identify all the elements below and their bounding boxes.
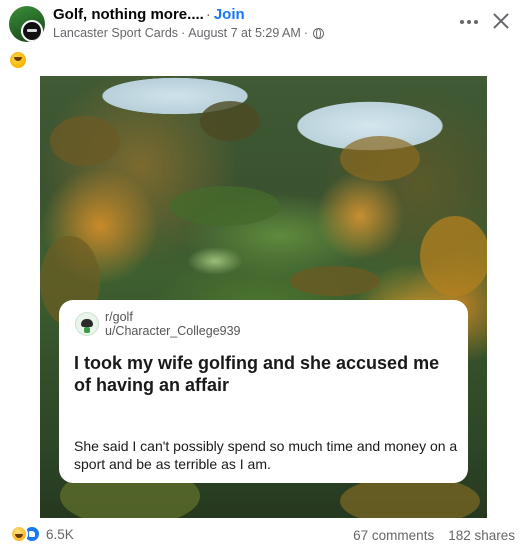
dot-icon: [467, 20, 471, 24]
tree-cluster: [420, 216, 487, 296]
comments-link[interactable]: 67 comments: [353, 528, 434, 543]
more-options-button[interactable]: [455, 10, 483, 34]
post-date-link[interactable]: August 7 at 5:29 AM: [188, 26, 301, 40]
post-header: Golf, nothing more.... · Join Lancaster Sp…: [0, 0, 524, 74]
group-name-link[interactable]: Golf, nothing more....: [53, 6, 204, 23]
tree-cluster: [50, 116, 120, 166]
post-meta: Lancaster Sport Cards · August 7 at 5:29…: [53, 26, 324, 40]
reddit-post-card: r/golf u/Character_College939 I took my …: [59, 300, 468, 483]
tree-cluster: [170, 186, 280, 226]
close-button[interactable]: [489, 9, 513, 33]
globe-icon: [312, 27, 324, 39]
title-separator: ·: [205, 6, 211, 23]
dot-icon: [474, 20, 478, 24]
dot-icon: [460, 20, 464, 24]
reddit-post-body: She said I can't possibly spend so much …: [74, 438, 458, 472]
reactions-summary[interactable]: 6.5K: [10, 525, 74, 543]
reddit-avatar-icon: [75, 312, 99, 336]
tree-cluster: [340, 136, 420, 181]
subreddit-name: r/golf: [105, 310, 133, 324]
join-button[interactable]: Join: [214, 6, 245, 23]
tree-cluster: [290, 266, 380, 296]
reddit-post-title: I took my wife golfing and she accused m…: [74, 353, 440, 395]
reaction-count: 6.5K: [46, 526, 74, 542]
meta-separator: ·: [181, 26, 186, 40]
tree-cluster: [200, 101, 260, 141]
author-link[interactable]: Lancaster Sport Cards: [53, 26, 178, 40]
meta-separator-2: ·: [303, 26, 308, 40]
post-title-line: Golf, nothing more.... · Join: [53, 6, 245, 23]
group-avatar[interactable]: [9, 6, 45, 42]
post-stats: 67 comments 182 shares: [353, 528, 515, 543]
haha-reaction-icon: [10, 525, 28, 543]
shares-link[interactable]: 182 shares: [448, 528, 515, 543]
page-avatar-icon: [21, 20, 43, 42]
post-footer: 6.5K 67 comments 182 shares: [0, 522, 524, 548]
reddit-username: u/Character_College939: [105, 324, 241, 338]
grinning-face-icon: [10, 52, 26, 68]
